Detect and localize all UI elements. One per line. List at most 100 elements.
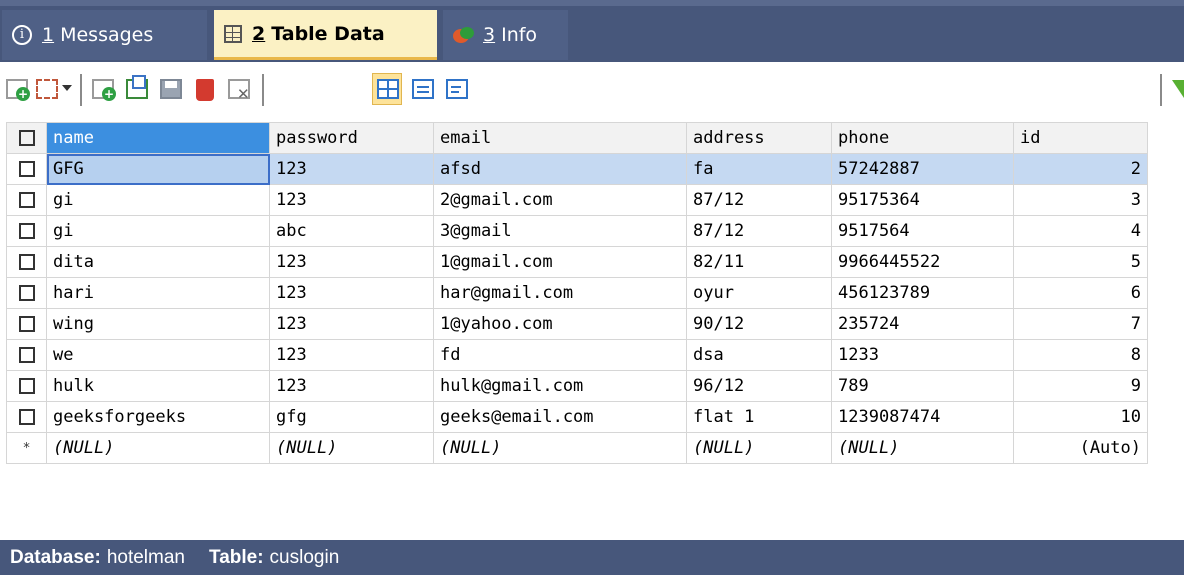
table-cell[interactable]: abc (269, 215, 434, 247)
table-cell[interactable]: 8 (1013, 339, 1148, 371)
table-cell[interactable]: 123 (269, 153, 434, 185)
table-cell[interactable]: gi (46, 215, 270, 247)
table-row[interactable]: gi abc 3@gmail 87/12 9517564 4 (6, 215, 1148, 247)
select-all-checkbox[interactable] (6, 122, 47, 154)
tab-table-data[interactable]: 2 Table Data (214, 10, 437, 60)
table-cell[interactable]: dita (46, 246, 270, 278)
copy-row-icon[interactable] (124, 75, 150, 103)
table-row[interactable]: hulk 123 hulk@gmail.com 96/12 789 9 (6, 370, 1148, 402)
dropdown-grid-icon[interactable] (34, 75, 74, 103)
table-cell[interactable]: we (46, 339, 270, 371)
insert-row-icon[interactable]: + (90, 75, 116, 103)
table-cell[interactable]: 3@gmail (433, 215, 687, 247)
table-cell[interactable]: 235724 (831, 308, 1014, 340)
column-header-address[interactable]: address (686, 122, 832, 154)
table-cell[interactable]: dsa (686, 339, 832, 371)
table-cell[interactable]: 7 (1013, 308, 1148, 340)
table-cell[interactable]: (NULL) (46, 432, 270, 464)
table-cell[interactable]: 57242887 (831, 153, 1014, 185)
table-cell[interactable]: 96/12 (686, 370, 832, 402)
table-row[interactable]: we 123 fd dsa 1233 8 (6, 339, 1148, 371)
table-cell[interactable]: 9966445522 (831, 246, 1014, 278)
table-cell[interactable]: 123 (269, 308, 434, 340)
table-cell[interactable]: oyur (686, 277, 832, 309)
table-cell[interactable]: 90/12 (686, 308, 832, 340)
table-row[interactable]: GFG 123 afsd fa 57242887 2 (6, 153, 1148, 185)
table-cell[interactable]: (NULL) (686, 432, 832, 464)
row-checkbox[interactable] (6, 246, 47, 278)
text-view-icon[interactable] (444, 75, 470, 103)
table-cell[interactable]: 789 (831, 370, 1014, 402)
table-row[interactable]: geeksforgeeks gfg geeks@email.com flat 1 123… (6, 401, 1148, 433)
table-cell[interactable]: fa (686, 153, 832, 185)
row-checkbox[interactable] (6, 277, 47, 309)
table-cell[interactable]: 456123789 (831, 277, 1014, 309)
table-cell[interactable]: 123 (269, 277, 434, 309)
table-row[interactable]: wing 123 1@yahoo.com 90/12 235724 7 (6, 308, 1148, 340)
table-cell[interactable]: flat 1 (686, 401, 832, 433)
row-checkbox[interactable] (6, 184, 47, 216)
table-cell[interactable]: 87/12 (686, 184, 832, 216)
column-header-email[interactable]: email (433, 122, 687, 154)
table-cell[interactable]: 5 (1013, 246, 1148, 278)
table-cell[interactable]: 87/12 (686, 215, 832, 247)
table-cell[interactable]: 1@yahoo.com (433, 308, 687, 340)
column-header-phone[interactable]: phone (831, 122, 1014, 154)
table-cell[interactable]: 123 (269, 339, 434, 371)
table-cell[interactable]: 9517564 (831, 215, 1014, 247)
table-cell[interactable]: (Auto) (1013, 432, 1148, 464)
table-cell[interactable]: 1239087474 (831, 401, 1014, 433)
cancel-icon[interactable]: ✕ (226, 75, 252, 103)
table-cell[interactable]: gfg (269, 401, 434, 433)
row-checkbox[interactable] (6, 370, 47, 402)
table-cell[interactable]: wing (46, 308, 270, 340)
row-checkbox[interactable] (6, 339, 47, 371)
table-cell[interactable]: gi (46, 184, 270, 216)
table-cell[interactable]: 2@gmail.com (433, 184, 687, 216)
table-cell[interactable]: (NULL) (831, 432, 1014, 464)
filter-icon[interactable] (1172, 80, 1184, 98)
row-checkbox[interactable] (6, 215, 47, 247)
table-cell[interactable]: GFG (46, 153, 270, 185)
row-checkbox[interactable] (6, 308, 47, 340)
column-header-name[interactable]: name (46, 122, 270, 154)
column-header-password[interactable]: password (269, 122, 434, 154)
new-row[interactable]: * (NULL) (NULL) (NULL) (NULL) (NULL) (Au… (6, 432, 1148, 464)
table-cell[interactable]: fd (433, 339, 687, 371)
delete-icon[interactable] (192, 75, 218, 103)
table-cell[interactable]: 82/11 (686, 246, 832, 278)
table-cell[interactable]: 123 (269, 184, 434, 216)
table-cell[interactable]: hari (46, 277, 270, 309)
column-header-id[interactable]: id (1013, 122, 1148, 154)
tab-messages[interactable]: i 1 Messages (2, 10, 207, 60)
table-cell[interactable]: (NULL) (269, 432, 434, 464)
table-cell[interactable]: 10 (1013, 401, 1148, 433)
table-cell[interactable]: 9 (1013, 370, 1148, 402)
table-cell[interactable]: (NULL) (433, 432, 687, 464)
table-row[interactable]: gi 123 2@gmail.com 87/12 95175364 3 (6, 184, 1148, 216)
table-cell[interactable]: geeksforgeeks (46, 401, 270, 433)
save-icon[interactable] (158, 75, 184, 103)
grid-view-icon[interactable] (372, 73, 402, 105)
table-cell[interactable]: 4 (1013, 215, 1148, 247)
table-row[interactable]: dita 123 1@gmail.com 82/11 9966445522 5 (6, 246, 1148, 278)
add-row-icon[interactable]: + (4, 75, 30, 103)
table-cell[interactable]: har@gmail.com (433, 277, 687, 309)
table-cell[interactable]: afsd (433, 153, 687, 185)
table-cell[interactable]: 123 (269, 370, 434, 402)
table-row[interactable]: hari 123 har@gmail.com oyur 456123789 6 (6, 277, 1148, 309)
table-cell[interactable]: 6 (1013, 277, 1148, 309)
table-cell[interactable]: hulk@gmail.com (433, 370, 687, 402)
table-cell[interactable]: 1@gmail.com (433, 246, 687, 278)
table-cell[interactable]: 3 (1013, 184, 1148, 216)
table-cell[interactable]: 95175364 (831, 184, 1014, 216)
tab-info[interactable]: 3 Info (443, 10, 568, 60)
table-cell[interactable]: hulk (46, 370, 270, 402)
row-checkbox[interactable] (6, 153, 47, 185)
row-checkbox[interactable] (6, 401, 47, 433)
table-cell[interactable]: 1233 (831, 339, 1014, 371)
table-cell[interactable]: 2 (1013, 153, 1148, 185)
table-cell[interactable]: geeks@email.com (433, 401, 687, 433)
form-view-icon[interactable] (410, 75, 436, 103)
table-cell[interactable]: 123 (269, 246, 434, 278)
